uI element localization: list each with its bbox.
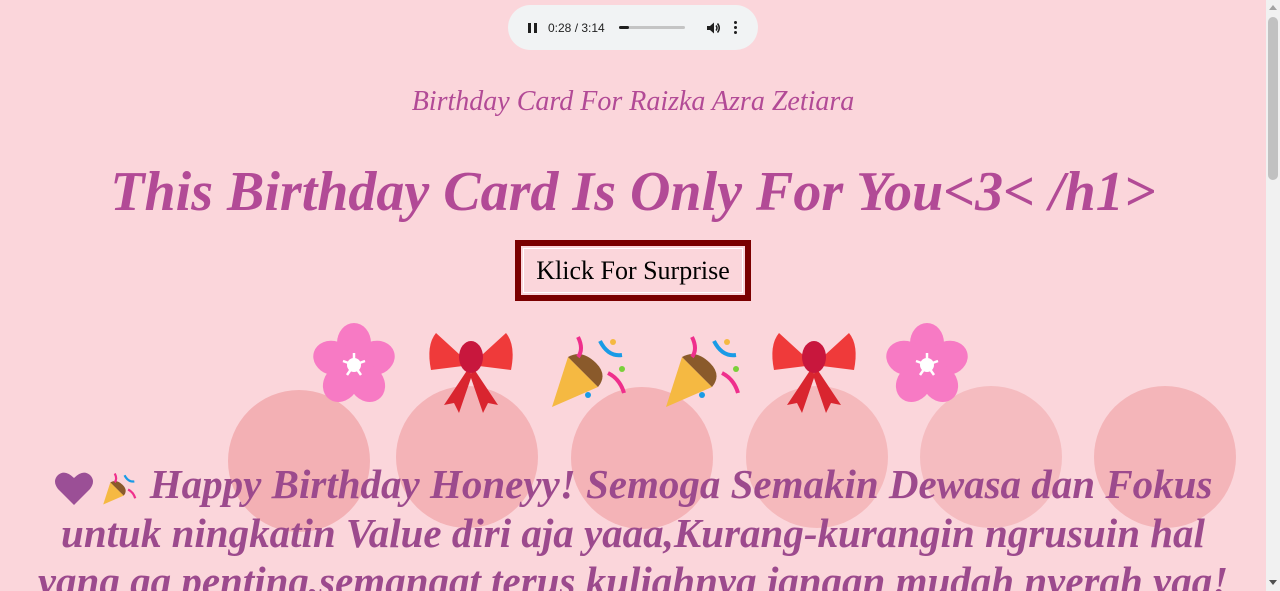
card-title: This Birthday Card Is Only For You<3< /h… [110, 161, 1156, 223]
surprise-button[interactable]: Klick For Surprise [515, 240, 751, 301]
pause-icon[interactable] [522, 18, 542, 38]
card-subtitle: Birthday Card For Raizka Azra Zetiara [411, 86, 855, 117]
ribbon-icon [772, 333, 856, 413]
audio-seek-slider[interactable] [618, 26, 685, 29]
more-vert-icon[interactable] [729, 18, 743, 38]
ribbon-icon [429, 333, 513, 413]
vertical-scrollbar[interactable] [1266, 0, 1280, 591]
party-popper-icon [666, 336, 740, 407]
scroll-up-arrow-icon[interactable] [1269, 5, 1277, 10]
party-popper-icon [552, 336, 626, 407]
purple-heart-icon [54, 472, 93, 505]
birthday-message: Happy Birthday Honeyy! Semoga Semakin De… [0, 460, 1266, 591]
volume-icon[interactable] [703, 18, 723, 38]
scroll-thumb[interactable] [1268, 17, 1278, 180]
cherry-blossom-icon [313, 323, 395, 403]
audio-player[interactable]: 0:28 / 3:14 [508, 5, 758, 50]
party-popper-icon [102, 472, 136, 505]
message-line-2: untuk ningkatin Value diri aja yaaa,Kura… [61, 509, 1205, 556]
audio-time-display: 0:28 / 3:14 [548, 20, 605, 35]
message-line-3: yang ga penting,semangat terus kuliahnya… [37, 557, 1229, 591]
message-line-1: Happy Birthday Honeyy! Semoga Semakin De… [0, 460, 1266, 509]
page: 0:28 / 3:14 Birthday Card For Raizka Azr… [0, 0, 1280, 591]
message-line-1-text: Happy Birthday Honeyy! Semoga Semakin De… [149, 461, 1213, 507]
audio-seek-progress [618, 26, 629, 29]
cherry-blossom-icon [886, 323, 968, 403]
scroll-down-arrow-icon[interactable] [1269, 580, 1277, 585]
surprise-button-label: Klick For Surprise [536, 255, 730, 285]
